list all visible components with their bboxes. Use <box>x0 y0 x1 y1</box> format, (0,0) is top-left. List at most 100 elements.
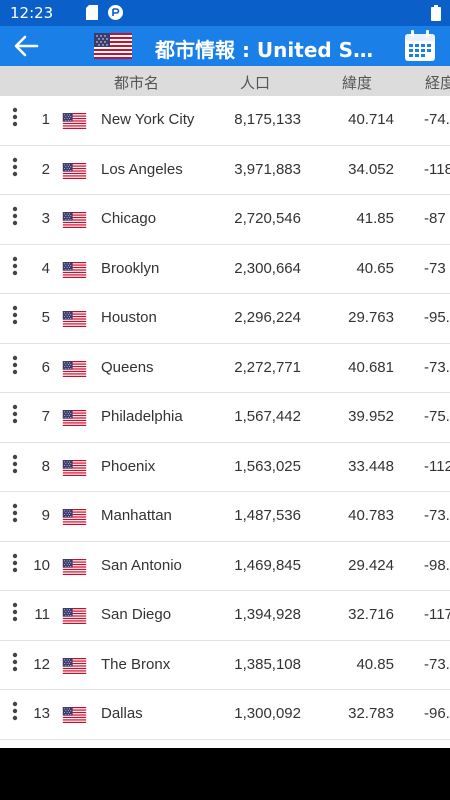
city-name: Los Angeles <box>101 160 183 178</box>
city-longitude: -73. <box>424 358 450 376</box>
city-rank: 12 <box>33 655 50 673</box>
city-population: 1,487,536 <box>234 507 301 524</box>
city-latitude: 41.85 <box>356 210 394 227</box>
city-rank: 7 <box>41 408 50 425</box>
city-name: San Diego <box>101 606 172 623</box>
city-name: Manhattan <box>101 507 172 524</box>
screen: 12:23 都市情報 : United Sta... 都市名 人口 緯度 経度 … <box>0 0 450 748</box>
city-name: Brooklyn <box>101 259 160 277</box>
table-row[interactable]: 2 Los Angeles 3,971,883 34.052 -118.2 <box>0 146 450 195</box>
city-list: 1 New York City 8,175,133 40.714 -74.0 2 Los A… <box>0 96 450 740</box>
arrow-back-icon[interactable] <box>12 33 40 59</box>
city-longitude: -73. <box>424 655 450 673</box>
us-flag-icon <box>62 113 87 129</box>
city-latitude: 40.783 <box>348 507 394 524</box>
table-row[interactable]: 12 The Bronx 1,385,108 40.85 -73. <box>0 641 450 690</box>
city-population: 3,971,883 <box>234 160 301 178</box>
city-rank: 13 <box>33 705 50 722</box>
city-rank: 11 <box>34 606 50 623</box>
city-rank: 9 <box>41 507 50 524</box>
city-rank: 10 <box>33 556 50 574</box>
city-latitude: 33.448 <box>348 457 394 475</box>
city-rank: 8 <box>41 457 50 475</box>
calendar-icon[interactable] <box>403 29 437 63</box>
city-longitude: -98. <box>424 556 450 574</box>
city-population: 1,567,442 <box>234 408 301 425</box>
us-flag-icon <box>62 707 87 723</box>
city-name: Phoenix <box>101 457 156 475</box>
table-row[interactable]: 4 Brooklyn 2,300,664 40.65 -73 <box>0 245 450 294</box>
table-row[interactable]: 6 Queens 2,272,771 40.681 -73. <box>0 344 450 393</box>
city-rank: 3 <box>41 210 50 227</box>
column-header-latitude[interactable]: 緯度 <box>342 72 372 93</box>
table-row[interactable]: 13 Dallas 1,300,092 32.783 -96. <box>0 690 450 740</box>
notification-app-icon <box>108 5 123 20</box>
city-latitude: 34.052 <box>348 160 394 178</box>
city-population: 1,394,928 <box>234 606 301 623</box>
city-longitude: -73. <box>424 507 450 524</box>
city-longitude: -74.0 <box>424 111 450 128</box>
app-bar: 都市情報 : United Sta... <box>0 26 450 66</box>
table-row[interactable]: 11 San Diego 1,394,928 32.716 -117. <box>0 591 450 641</box>
us-flag-icon <box>62 361 87 377</box>
table-row[interactable]: 1 New York City 8,175,133 40.714 -74.0 <box>0 96 450 146</box>
city-name: Queens <box>101 358 154 376</box>
city-population: 1,563,025 <box>234 457 301 475</box>
city-name: The Bronx <box>101 655 171 673</box>
city-longitude: -75. <box>424 408 450 425</box>
us-flag-icon <box>62 559 87 575</box>
us-flag-icon <box>62 163 87 179</box>
city-population: 2,300,664 <box>234 259 301 277</box>
city-name: Philadelphia <box>101 408 183 425</box>
us-flag-icon <box>62 658 87 674</box>
column-header-name[interactable]: 都市名 <box>114 72 159 93</box>
status-bar: 12:23 <box>0 0 450 26</box>
city-latitude: 32.716 <box>348 606 394 623</box>
city-rank: 2 <box>41 160 50 178</box>
navigation-bar <box>0 748 450 800</box>
us-flag-icon <box>94 33 132 59</box>
city-rank: 6 <box>41 358 50 376</box>
city-longitude: -118.2 <box>424 160 450 178</box>
city-population: 2,720,546 <box>234 210 301 227</box>
city-population: 2,296,224 <box>234 309 301 326</box>
us-flag-icon <box>62 509 87 525</box>
page-title: 都市情報 : United Sta... <box>155 38 377 62</box>
city-population: 8,175,133 <box>234 111 301 128</box>
table-row[interactable]: 5 Houston 2,296,224 29.763 -95. <box>0 294 450 344</box>
city-longitude: -73 <box>424 259 446 277</box>
us-flag-icon <box>62 212 87 228</box>
table-row[interactable]: 3 Chicago 2,720,546 41.85 -87 <box>0 195 450 245</box>
city-rank: 1 <box>41 111 50 128</box>
table-header: 都市名 人口 緯度 経度 <box>0 66 450 96</box>
battery-icon <box>431 5 441 21</box>
status-time: 12:23 <box>10 4 54 22</box>
city-latitude: 29.424 <box>348 556 394 574</box>
us-flag-icon <box>62 460 87 476</box>
city-latitude: 40.65 <box>356 259 394 277</box>
city-name: Houston <box>101 309 157 326</box>
table-row[interactable]: 7 Philadelphia 1,567,442 39.952 -75. <box>0 393 450 443</box>
city-rank: 4 <box>41 259 50 277</box>
city-latitude: 39.952 <box>348 408 394 425</box>
city-latitude: 40.85 <box>356 655 394 673</box>
city-name: San Antonio <box>101 556 182 574</box>
city-longitude: -112. <box>424 457 450 475</box>
column-header-population[interactable]: 人口 <box>240 72 270 93</box>
table-row[interactable]: 8 Phoenix 1,563,025 33.448 -112. <box>0 443 450 492</box>
column-header-longitude[interactable]: 経度 <box>425 72 450 93</box>
city-population: 1,300,092 <box>234 705 301 722</box>
city-latitude: 40.714 <box>348 111 394 128</box>
us-flag-icon <box>62 410 87 426</box>
city-longitude: -96. <box>424 705 450 722</box>
city-longitude: -95. <box>424 309 450 326</box>
city-longitude: -117. <box>424 606 450 623</box>
city-population: 2,272,771 <box>234 358 301 376</box>
city-longitude: -87 <box>424 210 446 227</box>
table-row[interactable]: 10 San Antonio 1,469,845 29.424 -98. <box>0 542 450 591</box>
city-name: Chicago <box>101 210 157 227</box>
table-row[interactable]: 9 Manhattan 1,487,536 40.783 -73. <box>0 492 450 542</box>
city-population: 1,469,845 <box>234 556 301 574</box>
city-latitude: 32.783 <box>348 705 394 722</box>
city-population: 1,385,108 <box>234 655 301 673</box>
